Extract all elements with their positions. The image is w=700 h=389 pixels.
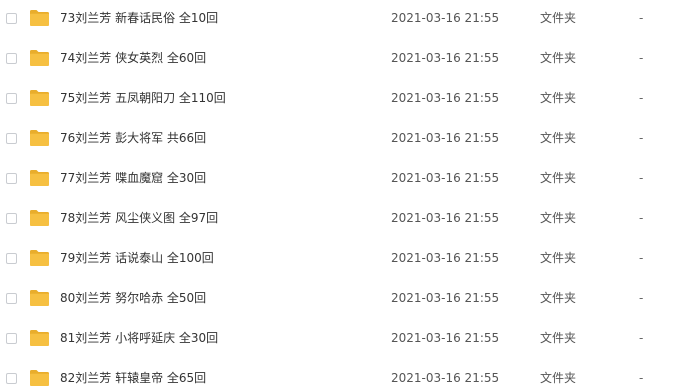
row-checkbox[interactable]	[6, 293, 17, 304]
file-type: 文件夹	[540, 331, 577, 345]
file-type: 文件夹	[540, 51, 577, 65]
folder-icon	[30, 90, 49, 106]
file-name[interactable]: 73刘兰芳 新春话民俗 全10回	[60, 9, 218, 27]
folder-icon	[30, 50, 49, 66]
file-name[interactable]: 74刘兰芳 侠女英烈 全60回	[60, 49, 206, 67]
row-checkbox[interactable]	[6, 333, 17, 344]
file-name[interactable]: 76刘兰芳 彭大将军 共66回	[60, 129, 206, 147]
file-size: -	[639, 211, 644, 225]
folder-icon	[30, 10, 49, 26]
file-date: 2021-03-16 21:55	[391, 211, 500, 225]
file-size: -	[639, 291, 644, 305]
file-date: 2021-03-16 21:55	[391, 251, 500, 265]
file-size: -	[639, 51, 644, 65]
file-row[interactable]: 75刘兰芳 五凤朝阳刀 全110回 2021-03-16 21:55 文件夹 -	[0, 85, 700, 125]
file-name[interactable]: 81刘兰芳 小将呼延庆 全30回	[60, 329, 218, 347]
file-row[interactable]: 81刘兰芳 小将呼延庆 全30回 2021-03-16 21:55 文件夹 -	[0, 325, 700, 365]
file-type: 文件夹	[540, 371, 577, 385]
file-row[interactable]: 79刘兰芳 话说泰山 全100回 2021-03-16 21:55 文件夹 -	[0, 245, 700, 285]
file-size: -	[639, 331, 644, 345]
file-type: 文件夹	[540, 171, 577, 185]
file-row[interactable]: 74刘兰芳 侠女英烈 全60回 2021-03-16 21:55 文件夹 -	[0, 45, 700, 85]
file-type: 文件夹	[540, 91, 577, 105]
file-date: 2021-03-16 21:55	[391, 91, 500, 105]
file-size: -	[639, 171, 644, 185]
folder-icon	[30, 370, 49, 386]
file-name[interactable]: 80刘兰芳 努尔哈赤 全50回	[60, 289, 206, 307]
file-size: -	[639, 11, 644, 25]
row-checkbox[interactable]	[6, 133, 17, 144]
file-row[interactable]: 80刘兰芳 努尔哈赤 全50回 2021-03-16 21:55 文件夹 -	[0, 285, 700, 325]
file-row[interactable]: 82刘兰芳 轩辕皇帝 全65回 2021-03-16 21:55 文件夹 -	[0, 365, 700, 389]
file-name[interactable]: 75刘兰芳 五凤朝阳刀 全110回	[60, 89, 226, 107]
file-size: -	[639, 371, 644, 385]
file-name[interactable]: 78刘兰芳 风尘侠义图 全97回	[60, 209, 218, 227]
file-row[interactable]: 76刘兰芳 彭大将军 共66回 2021-03-16 21:55 文件夹 -	[0, 125, 700, 165]
file-name[interactable]: 77刘兰芳 喋血魔窟 全30回	[60, 169, 206, 187]
file-type: 文件夹	[540, 211, 577, 225]
row-checkbox[interactable]	[6, 373, 17, 384]
file-type: 文件夹	[540, 291, 577, 305]
row-checkbox[interactable]	[6, 53, 17, 64]
file-type: 文件夹	[540, 131, 577, 145]
file-size: -	[639, 91, 644, 105]
row-checkbox[interactable]	[6, 253, 17, 264]
row-checkbox[interactable]	[6, 13, 17, 24]
file-date: 2021-03-16 21:55	[391, 291, 500, 305]
file-row[interactable]: 78刘兰芳 风尘侠义图 全97回 2021-03-16 21:55 文件夹 -	[0, 205, 700, 245]
file-row[interactable]: 73刘兰芳 新春话民俗 全10回 2021-03-16 21:55 文件夹 -	[0, 5, 700, 45]
file-type: 文件夹	[540, 11, 577, 25]
file-date: 2021-03-16 21:55	[391, 131, 500, 145]
file-date: 2021-03-16 21:55	[391, 11, 500, 25]
file-date: 2021-03-16 21:55	[391, 51, 500, 65]
row-checkbox[interactable]	[6, 173, 17, 184]
folder-icon	[30, 170, 49, 186]
file-date: 2021-03-16 21:55	[391, 371, 500, 385]
file-date: 2021-03-16 21:55	[391, 331, 500, 345]
file-size: -	[639, 251, 644, 265]
folder-icon	[30, 330, 49, 346]
file-size: -	[639, 131, 644, 145]
file-type: 文件夹	[540, 251, 577, 265]
file-name[interactable]: 82刘兰芳 轩辕皇帝 全65回	[60, 369, 206, 387]
row-checkbox[interactable]	[6, 213, 17, 224]
folder-icon	[30, 210, 49, 226]
folder-icon	[30, 130, 49, 146]
folder-icon	[30, 290, 49, 306]
folder-icon	[30, 250, 49, 266]
file-date: 2021-03-16 21:55	[391, 171, 500, 185]
file-row[interactable]: 77刘兰芳 喋血魔窟 全30回 2021-03-16 21:55 文件夹 -	[0, 165, 700, 205]
file-name[interactable]: 79刘兰芳 话说泰山 全100回	[60, 249, 214, 267]
row-checkbox[interactable]	[6, 93, 17, 104]
file-list: 73刘兰芳 新春话民俗 全10回 2021-03-16 21:55 文件夹 - …	[0, 0, 700, 389]
